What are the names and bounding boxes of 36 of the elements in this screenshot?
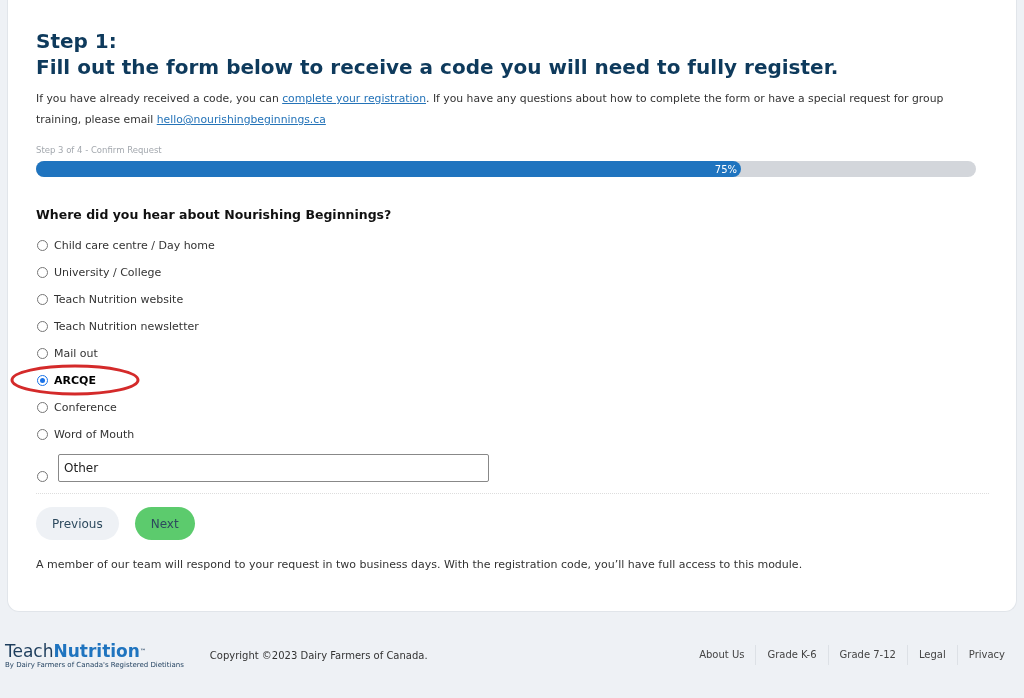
radio-button[interactable]	[37, 294, 48, 305]
footer-link[interactable]: Privacy	[956, 645, 1016, 665]
radio-button[interactable]	[37, 471, 48, 482]
other-input-field[interactable]: Other	[58, 454, 489, 482]
step-label: Step 3 of 4 - Confirm Request	[36, 145, 163, 155]
radio-button[interactable]	[37, 402, 48, 413]
radio-button[interactable]	[37, 267, 48, 278]
radio-button[interactable]	[37, 429, 48, 440]
option-label[interactable]: Word of Mouth	[54, 428, 135, 441]
radio-button[interactable]	[37, 321, 48, 332]
footer-link[interactable]: Legal	[906, 645, 957, 665]
option-label[interactable]: Teach Nutrition newsletter	[54, 320, 199, 333]
radio-button[interactable]	[37, 375, 48, 386]
footer-link[interactable]: Grade K-6	[755, 645, 828, 665]
step-heading: Step 1:	[36, 28, 118, 54]
radio-button[interactable]	[37, 348, 48, 359]
progress-reading: 75%	[714, 163, 737, 175]
question: Where did you hear about Nourishing Beginnings?	[36, 207, 393, 222]
form-title: Fill out the form below to receive a code you will need to fully register.	[36, 54, 840, 80]
next-button[interactable]: Next	[134, 507, 195, 540]
copyright-text: Copyright ©2023 Dairy Farmers of Canada.	[209, 649, 428, 661]
option-label[interactable]: University / College	[54, 266, 162, 279]
footer-link[interactable]: About Us	[688, 645, 756, 665]
option-label[interactable]: Mail out	[54, 347, 98, 360]
logo-text: Teach	[5, 641, 54, 661]
radio-button[interactable]	[37, 240, 48, 251]
option-label[interactable]: Conference	[54, 401, 117, 414]
option-label[interactable]: ARCQE	[54, 374, 96, 387]
email-link[interactable]: hello@nourishingbeginnings.ca	[156, 113, 326, 126]
response-note: A member of our team will respond to your request in two business days. With the registration code, you’ll have full access to this module.	[36, 558, 804, 571]
footer-link[interactable]: Grade 7-12	[827, 645, 907, 665]
logo-text: Nutrition	[53, 641, 140, 661]
previous-button[interactable]: Previous	[36, 507, 119, 540]
option-label[interactable]: Child care centre / Day home	[54, 239, 215, 252]
option-label[interactable]: Teach Nutrition website	[54, 293, 184, 306]
intro-paragraph: If you have already received a code, you can complete your registration. If you have any questions about how to complete the form or have a special request for group training, please email hello@nourishingbeginnings.ca	[36, 91, 945, 128]
